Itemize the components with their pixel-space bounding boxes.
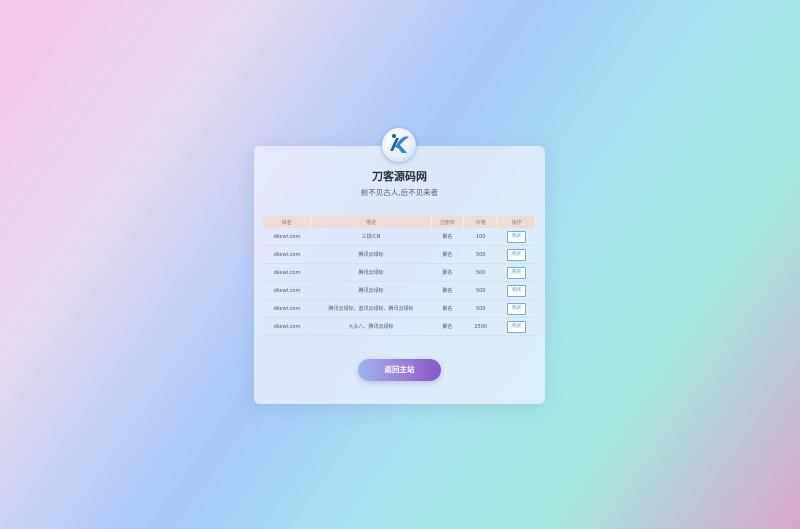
cell-price: 2500 bbox=[463, 317, 498, 336]
header-domain: 域名 bbox=[263, 216, 312, 228]
cell-domain: dkewl.com bbox=[263, 299, 311, 318]
cell-action: 购买 bbox=[497, 281, 536, 300]
table-row: dkewl.com 腾讯云绿标、蓝讯云绿标、腾讯云绿标 聚名 500 购买 bbox=[263, 299, 536, 318]
buy-button[interactable]: 购买 bbox=[507, 266, 527, 279]
domain-table: 域名 描述 注册商 价格 操作 dkewl.com 三拼/CN 聚名 100 购… bbox=[263, 216, 536, 336]
cell-domain: dkewl.com bbox=[263, 228, 311, 246]
site-slogan: 前不见古人,后不见来者 bbox=[360, 188, 439, 197]
cell-description: 腾讯云绿标 bbox=[310, 281, 432, 300]
cell-registrar: 聚名 bbox=[431, 228, 464, 246]
cell-action: 购买 bbox=[497, 299, 536, 318]
buy-button[interactable]: 购买 bbox=[507, 302, 527, 315]
cell-description: 腾讯云绿标、蓝讯云绿标、腾讯云绿标 bbox=[310, 299, 432, 318]
dk-logo-icon bbox=[390, 134, 409, 153]
cell-description: 腾讯云绿标 bbox=[310, 245, 432, 264]
table-row: dkewl.com 腾讯云绿标 聚名 500 购买 bbox=[263, 281, 536, 300]
cell-registrar: 聚名 bbox=[431, 317, 464, 336]
cell-domain: dkewl.com bbox=[263, 245, 311, 264]
header-price: 价格 bbox=[463, 216, 499, 228]
site-logo-icon bbox=[382, 128, 416, 162]
cell-domain: dkewl.com bbox=[263, 281, 311, 300]
back-to-main-site-button[interactable]: 返回主站 bbox=[358, 359, 441, 381]
cell-price: 500 bbox=[463, 263, 498, 282]
cell-action: 购买 bbox=[497, 263, 536, 282]
cell-action: 购买 bbox=[497, 317, 536, 336]
header-registrar: 注册商 bbox=[431, 216, 465, 228]
buy-button[interactable]: 购买 bbox=[507, 230, 527, 243]
cell-description: 三拼/CN bbox=[310, 228, 432, 246]
table-row: dkewl.com 三拼/CN 聚名 100 购买 bbox=[263, 228, 536, 246]
cell-price: 500 bbox=[463, 281, 498, 300]
header-description: 描述 bbox=[310, 216, 432, 228]
cell-registrar: 聚名 bbox=[431, 281, 464, 300]
cell-description: 腾讯云绿标 bbox=[310, 263, 432, 282]
cell-price: 100 bbox=[463, 228, 498, 246]
cell-domain: dkewl.com bbox=[263, 317, 311, 336]
cell-description: 九头八、腾讯云绿标 bbox=[310, 317, 432, 336]
buy-button[interactable]: 购买 bbox=[507, 248, 527, 261]
table-header-row: 域名 描述 注册商 价格 操作 bbox=[263, 216, 536, 228]
table-row: dkewl.com 腾讯云绿标 聚名 500 购买 bbox=[263, 263, 536, 282]
cell-price: 500 bbox=[463, 245, 498, 264]
cell-registrar: 聚名 bbox=[431, 263, 464, 282]
cell-registrar: 聚名 bbox=[431, 245, 464, 264]
buy-button[interactable]: 购买 bbox=[507, 320, 527, 333]
header-action: 操作 bbox=[497, 216, 536, 228]
cell-action: 购买 bbox=[497, 245, 536, 264]
cell-action: 购买 bbox=[497, 228, 536, 246]
site-name: 刀客源码网 bbox=[372, 170, 427, 183]
table-row: dkewl.com 腾讯云绿标 聚名 500 购买 bbox=[263, 245, 536, 264]
cell-domain: dkewl.com bbox=[263, 263, 311, 282]
table-row: dkewl.com 九头八、腾讯云绿标 聚名 2500 购买 bbox=[263, 317, 536, 336]
domain-sale-card: 刀客源码网 前不见古人,后不见来者 域名 描述 注册商 价格 操作 dkewl.… bbox=[254, 128, 545, 404]
cell-registrar: 聚名 bbox=[431, 299, 464, 318]
cell-price: 500 bbox=[463, 299, 498, 318]
buy-button[interactable]: 购买 bbox=[507, 284, 527, 297]
